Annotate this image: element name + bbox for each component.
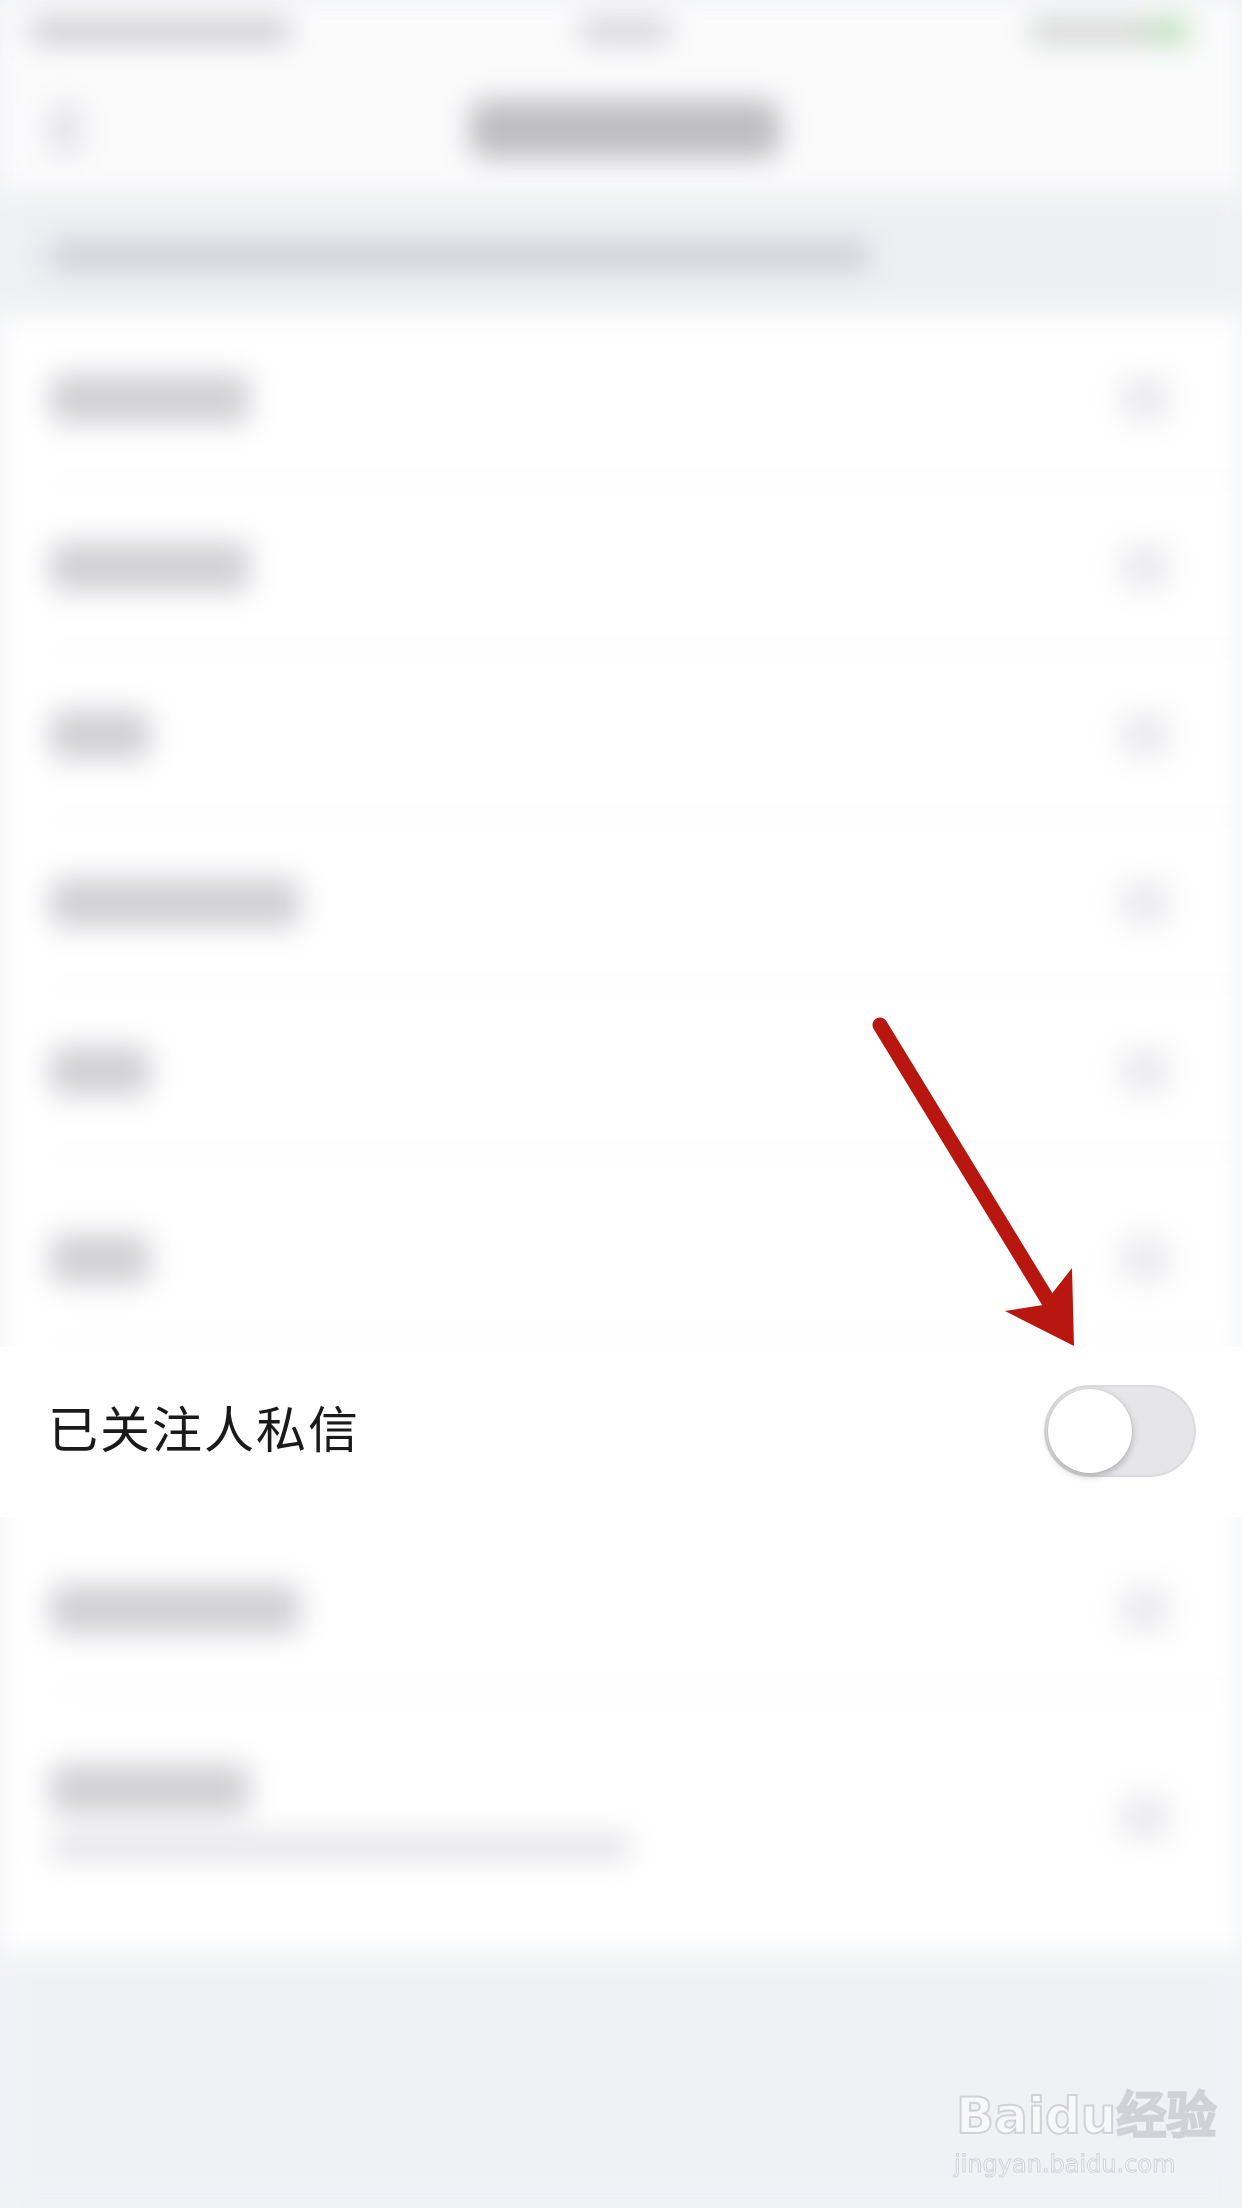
list-item[interactable] [0,650,1242,818]
toggle-blurred[interactable] [1120,544,1170,590]
toggle-blurred[interactable] [1120,1586,1170,1632]
back-icon[interactable] [50,104,80,154]
list-item[interactable] [0,1704,1242,1924]
toggle-knob[interactable] [1048,1389,1132,1473]
watermark-logo: Baidu经验 [955,2086,1217,2146]
list-item-label-blurred [50,710,150,760]
list-item[interactable] [0,482,1242,650]
blurred-background [0,0,1242,2208]
list-item[interactable] [0,818,1242,986]
list-item-label-blurred [50,374,250,424]
list-item-label-blurred [50,1764,250,1814]
baidu-jingyan-watermark: Baidu经验 jingyan.baidu.com [950,2070,1220,2190]
list-item-label-blurred [50,542,250,592]
status-time-blurred [580,18,670,44]
divider [50,1152,1242,1154]
section-description-blurred [50,242,870,270]
list-item[interactable] [0,314,1242,482]
toggle-blurred[interactable] [1120,376,1170,422]
section-header [0,194,1242,314]
settings-list [0,314,1242,1954]
list-item-label-blurred [50,1584,300,1634]
list-item[interactable] [0,1174,1242,1342]
list-item-description-blurred [50,1834,630,1860]
setting-row-followed-dm[interactable]: 已关注人私信 [0,1347,1242,1517]
setting-label: 已关注人私信 [48,1402,360,1460]
toggle-blurred[interactable] [1120,1236,1170,1282]
divider [50,1690,1242,1692]
list-item[interactable] [0,986,1242,1154]
screen: 已关注人私信 Baidu经验 jingyan.baidu.com [0,0,1242,2208]
nav-title-blurred [470,100,780,158]
toggle-blurred[interactable] [1120,712,1170,758]
toggle-blurred[interactable] [1120,1048,1170,1094]
list-item-label-blurred [50,878,300,928]
toggle-blurred[interactable] [1120,880,1170,926]
followed-dm-toggle[interactable] [1044,1385,1196,1477]
battery-icon [1150,18,1190,44]
list-item[interactable] [0,1524,1242,1692]
list-item-label-blurred [50,1234,150,1284]
nav-bar [0,64,1242,194]
status-bar [0,0,1242,64]
divider [50,1340,1242,1342]
status-carrier-blurred [30,18,290,44]
toggle-blurred[interactable] [1120,1794,1170,1840]
watermark-url: jingyan.baidu.com [953,2150,1176,2179]
list-item-label-blurred [50,1046,150,1096]
